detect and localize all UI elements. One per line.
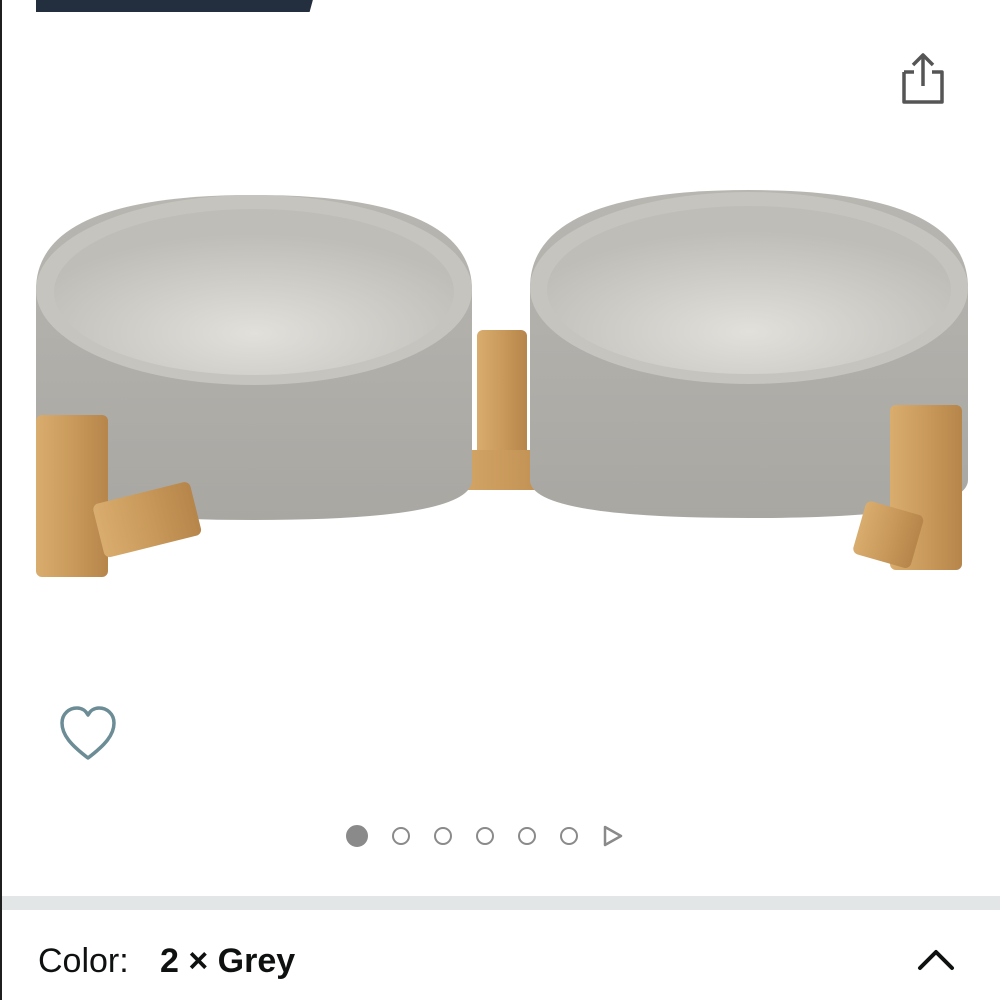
- play-triangle-icon[interactable]: [602, 824, 624, 848]
- collapse-button[interactable]: [912, 940, 960, 980]
- color-label: Color:: [38, 942, 129, 980]
- top-header-bar: [36, 0, 321, 12]
- carousel-dot-5[interactable]: [518, 827, 536, 845]
- carousel-dot-2[interactable]: [392, 827, 410, 845]
- share-button[interactable]: [894, 48, 952, 110]
- heart-outline-icon: [60, 706, 116, 760]
- carousel-dot-4[interactable]: [476, 827, 494, 845]
- chevron-up-icon: [918, 950, 954, 970]
- carousel-dot-1[interactable]: [346, 825, 368, 847]
- product-detail-page: Color: 2 × Grey: [0, 0, 1000, 1000]
- carousel-dot-6[interactable]: [560, 827, 578, 845]
- image-carousel-indicator: [346, 822, 624, 850]
- carousel-dot-3[interactable]: [434, 827, 452, 845]
- wishlist-button[interactable]: [57, 704, 119, 764]
- product-image[interactable]: [22, 150, 982, 630]
- section-divider: [2, 896, 1000, 910]
- color-value: 2 × Grey: [160, 942, 296, 980]
- color-variation-row[interactable]: Color: 2 × Grey: [38, 940, 998, 990]
- share-icon: [902, 53, 944, 104]
